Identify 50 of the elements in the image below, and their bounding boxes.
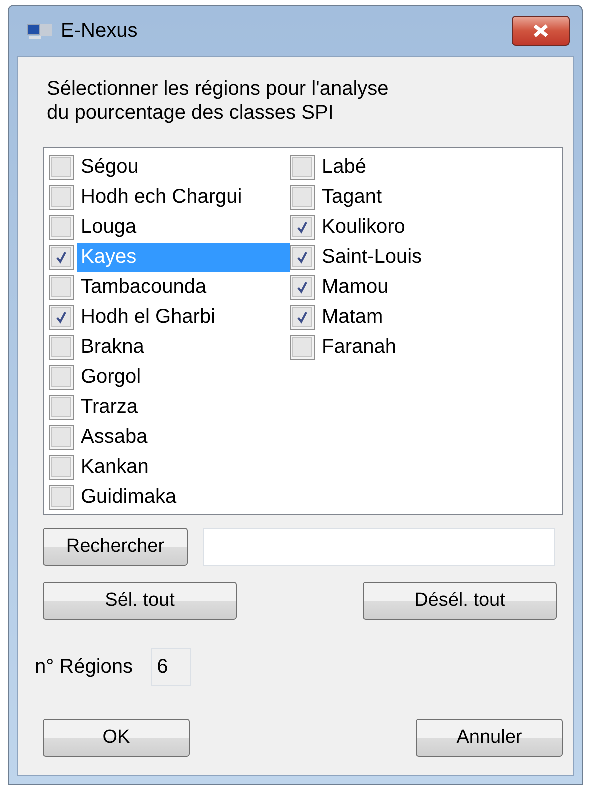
window-title: E-Nexus [61, 20, 138, 42]
checkbox[interactable] [290, 154, 315, 180]
ok-button[interactable]: OK [43, 719, 190, 757]
region-item[interactable]: Tagant [318, 182, 530, 212]
region-item[interactable]: Ségou [77, 152, 290, 182]
search-button[interactable]: Rechercher [43, 528, 188, 566]
checkbox[interactable] [290, 244, 315, 270]
checkbox[interactable] [49, 424, 74, 450]
checkbox[interactable] [290, 214, 315, 240]
checkbox[interactable] [290, 304, 315, 330]
checkbox[interactable] [49, 154, 74, 180]
region-item[interactable]: Gorgol [77, 362, 290, 392]
select-all-button[interactable]: Sél. tout [43, 582, 237, 620]
region-item[interactable]: Faranah [318, 332, 530, 362]
region-item[interactable]: Matam [318, 302, 530, 332]
cancel-button[interactable]: Annuler [416, 719, 563, 757]
checkbox[interactable] [290, 274, 315, 300]
region-item[interactable]: Assaba [77, 422, 290, 452]
region-item[interactable]: Hodh el Gharbi [77, 302, 290, 332]
region-item[interactable]: Trarza [77, 392, 290, 422]
checkbox[interactable] [49, 484, 74, 510]
checkbox[interactable] [290, 334, 315, 360]
checkbox[interactable] [49, 184, 74, 210]
region-item[interactable]: Labé [318, 152, 530, 182]
checkbox[interactable] [49, 394, 74, 420]
region-item[interactable]: Tambacounda [77, 272, 290, 302]
checkbox[interactable] [49, 304, 74, 330]
computer-icon [27, 22, 53, 40]
close-icon [532, 24, 550, 38]
instruction-text: Sélectionner les régions pour l'analyse du pourcentage des classes SPI [47, 77, 390, 125]
region-item[interactable]: Saint-Louis [318, 242, 530, 272]
checkbox[interactable] [49, 454, 74, 480]
checkbox[interactable] [49, 334, 74, 360]
close-button[interactable] [512, 16, 570, 46]
region-item[interactable]: Hodh ech Chargui [77, 182, 290, 212]
checkbox[interactable] [49, 364, 74, 390]
search-field[interactable] [202, 528, 555, 566]
count-field[interactable]: 6 [151, 648, 192, 686]
region-item[interactable]: Mamou [318, 272, 530, 302]
checkbox[interactable] [49, 274, 74, 300]
region-item[interactable]: Koulikoro [318, 212, 530, 242]
checkbox[interactable] [49, 214, 74, 240]
checkbox[interactable] [290, 184, 315, 210]
region-item[interactable]: Louga [77, 212, 290, 242]
region-item[interactable]: Guidimaka [77, 482, 290, 512]
checkbox[interactable] [49, 244, 74, 270]
region-item[interactable]: Kankan [77, 452, 290, 482]
region-item[interactable]: Brakna [77, 332, 290, 362]
deselect-all-button[interactable]: Désél. tout [363, 582, 557, 620]
count-label: n° Régions [35, 656, 134, 678]
